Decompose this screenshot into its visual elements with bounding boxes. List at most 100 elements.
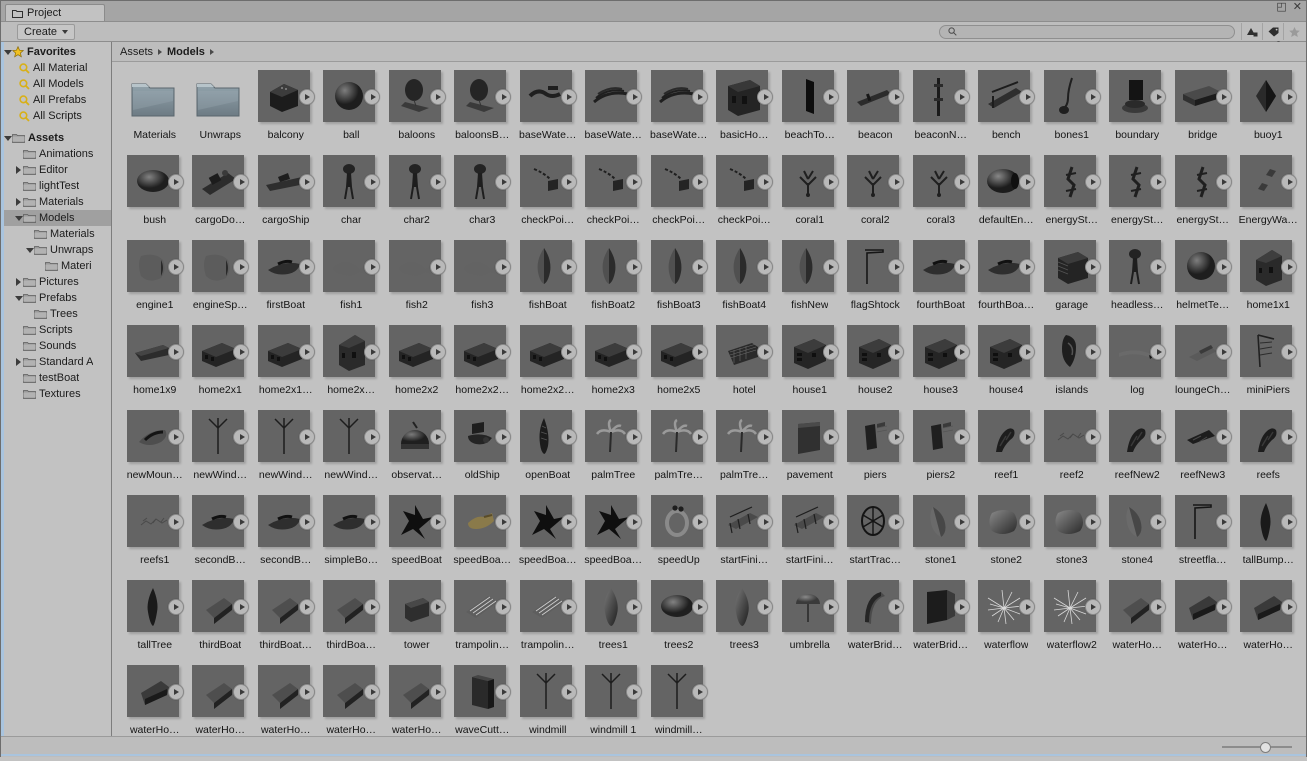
asset-item[interactable]: reef2 <box>1039 410 1105 495</box>
expand-prefab-arrow-icon[interactable] <box>626 514 643 530</box>
expand-prefab-arrow-icon[interactable] <box>822 89 839 105</box>
asset-item[interactable]: trees3 <box>712 580 778 665</box>
expand-prefab-arrow-icon[interactable] <box>691 514 708 530</box>
expand-prefab-arrow-icon[interactable] <box>495 429 512 445</box>
asset-item[interactable]: garage <box>1039 240 1105 325</box>
filter-by-type-icon[interactable] <box>1241 23 1262 40</box>
asset-item[interactable]: fish2 <box>384 240 450 325</box>
asset-item[interactable]: secondB… <box>253 495 319 580</box>
expand-prefab-arrow-icon[interactable] <box>1150 344 1167 360</box>
expand-prefab-arrow-icon[interactable] <box>429 174 446 190</box>
expand-prefab-arrow-icon[interactable] <box>560 89 577 105</box>
expand-prefab-arrow-icon[interactable] <box>167 684 184 700</box>
asset-item[interactable]: reefNew2 <box>1105 410 1171 495</box>
expand-prefab-arrow-icon[interactable] <box>757 174 774 190</box>
sidebar-item-assets[interactable]: Assets <box>1 130 111 146</box>
asset-item[interactable]: engineSp… <box>188 240 254 325</box>
asset-item[interactable]: home2x2 <box>384 325 450 410</box>
asset-item[interactable]: house3 <box>908 325 974 410</box>
asset-item[interactable]: waterHo… <box>1170 580 1236 665</box>
expand-prefab-arrow-icon[interactable] <box>167 174 184 190</box>
expand-prefab-arrow-icon[interactable] <box>364 89 381 105</box>
asset-item[interactable]: home2x2… <box>515 325 581 410</box>
asset-item[interactable]: house2 <box>843 325 909 410</box>
asset-item[interactable]: newMoun… <box>122 410 188 495</box>
expand-prefab-arrow-icon[interactable] <box>560 344 577 360</box>
asset-item[interactable]: home2x1… <box>253 325 319 410</box>
asset-item[interactable]: headless… <box>1105 240 1171 325</box>
asset-item[interactable]: speedBoa… <box>450 495 516 580</box>
asset-item[interactable]: oldShip <box>450 410 516 495</box>
expand-prefab-arrow-icon[interactable] <box>1215 599 1232 615</box>
asset-item[interactable]: house4 <box>974 325 1040 410</box>
twisty-expanded-icon[interactable] <box>3 135 12 141</box>
asset-item[interactable]: Unwraps <box>188 70 254 155</box>
asset-item[interactable]: cargoShip <box>253 155 319 240</box>
asset-item[interactable]: waterHo… <box>1236 580 1302 665</box>
expand-prefab-arrow-icon[interactable] <box>495 259 512 275</box>
expand-prefab-arrow-icon[interactable] <box>233 344 250 360</box>
expand-prefab-arrow-icon[interactable] <box>822 259 839 275</box>
expand-prefab-arrow-icon[interactable] <box>560 684 577 700</box>
asset-item[interactable]: tallBump… <box>1236 495 1302 580</box>
sidebar-item-editor[interactable]: Editor <box>1 162 111 178</box>
asset-item[interactable]: hotel <box>712 325 778 410</box>
expand-prefab-arrow-icon[interactable] <box>822 599 839 615</box>
asset-item[interactable]: bush <box>122 155 188 240</box>
asset-item[interactable]: coral1 <box>777 155 843 240</box>
asset-item[interactable]: palmTre… <box>712 410 778 495</box>
asset-item[interactable]: speedBoa… <box>515 495 581 580</box>
expand-prefab-arrow-icon[interactable] <box>429 599 446 615</box>
sidebar-item-materials[interactable]: Materials <box>1 226 111 242</box>
expand-prefab-arrow-icon[interactable] <box>1084 429 1101 445</box>
asset-item[interactable]: home2x… <box>319 325 385 410</box>
breadcrumb-item[interactable]: Assets <box>120 46 153 58</box>
asset-item[interactable]: baseWate… <box>646 70 712 155</box>
expand-prefab-arrow-icon[interactable] <box>626 599 643 615</box>
expand-prefab-arrow-icon[interactable] <box>953 599 970 615</box>
asset-item[interactable]: fourthBoa… <box>974 240 1040 325</box>
sidebar-item-trees[interactable]: Trees <box>1 306 111 322</box>
expand-prefab-arrow-icon[interactable] <box>1084 514 1101 530</box>
asset-item[interactable]: stone2 <box>974 495 1040 580</box>
asset-item[interactable]: checkPoi… <box>646 155 712 240</box>
expand-prefab-arrow-icon[interactable] <box>167 599 184 615</box>
asset-item[interactable]: stone4 <box>1105 495 1171 580</box>
expand-prefab-arrow-icon[interactable] <box>1215 89 1232 105</box>
expand-prefab-arrow-icon[interactable] <box>1019 599 1036 615</box>
expand-prefab-arrow-icon[interactable] <box>953 174 970 190</box>
asset-item[interactable]: home2x5 <box>646 325 712 410</box>
expand-prefab-arrow-icon[interactable] <box>953 89 970 105</box>
expand-prefab-arrow-icon[interactable] <box>757 514 774 530</box>
sidebar-item-models[interactable]: Models <box>1 210 111 226</box>
asset-item[interactable]: miniPiers <box>1236 325 1302 410</box>
expand-prefab-arrow-icon[interactable] <box>691 259 708 275</box>
asset-item[interactable]: simpleBo… <box>319 495 385 580</box>
asset-item[interactable]: windmill… <box>646 665 712 736</box>
expand-prefab-arrow-icon[interactable] <box>298 514 315 530</box>
asset-item[interactable]: waterflow <box>974 580 1040 665</box>
asset-item[interactable]: waveCutt… <box>450 665 516 736</box>
expand-prefab-arrow-icon[interactable] <box>1215 174 1232 190</box>
asset-item[interactable]: house1 <box>777 325 843 410</box>
expand-prefab-arrow-icon[interactable] <box>233 174 250 190</box>
filter-by-label-icon[interactable] <box>1262 23 1283 40</box>
expand-prefab-arrow-icon[interactable] <box>495 344 512 360</box>
asset-item[interactable]: tallTree <box>122 580 188 665</box>
close-icon[interactable]: ✕ <box>1293 2 1302 13</box>
expand-prefab-arrow-icon[interactable] <box>1019 429 1036 445</box>
twisty-collapsed-icon[interactable] <box>14 358 23 366</box>
asset-item[interactable]: reefNew3 <box>1170 410 1236 495</box>
twisty-collapsed-icon[interactable] <box>14 198 23 206</box>
sidebar-item-lighttest[interactable]: lightTest <box>1 178 111 194</box>
asset-item[interactable]: startFini… <box>712 495 778 580</box>
asset-item[interactable]: char3 <box>450 155 516 240</box>
asset-item[interactable]: waterHo… <box>122 665 188 736</box>
slider-knob[interactable] <box>1260 741 1271 753</box>
expand-prefab-arrow-icon[interactable] <box>429 514 446 530</box>
expand-prefab-arrow-icon[interactable] <box>495 684 512 700</box>
expand-prefab-arrow-icon[interactable] <box>626 684 643 700</box>
expand-prefab-arrow-icon[interactable] <box>233 684 250 700</box>
sidebar-favorite-all-prefabs[interactable]: All Prefabs <box>1 92 111 108</box>
expand-prefab-arrow-icon[interactable] <box>167 259 184 275</box>
